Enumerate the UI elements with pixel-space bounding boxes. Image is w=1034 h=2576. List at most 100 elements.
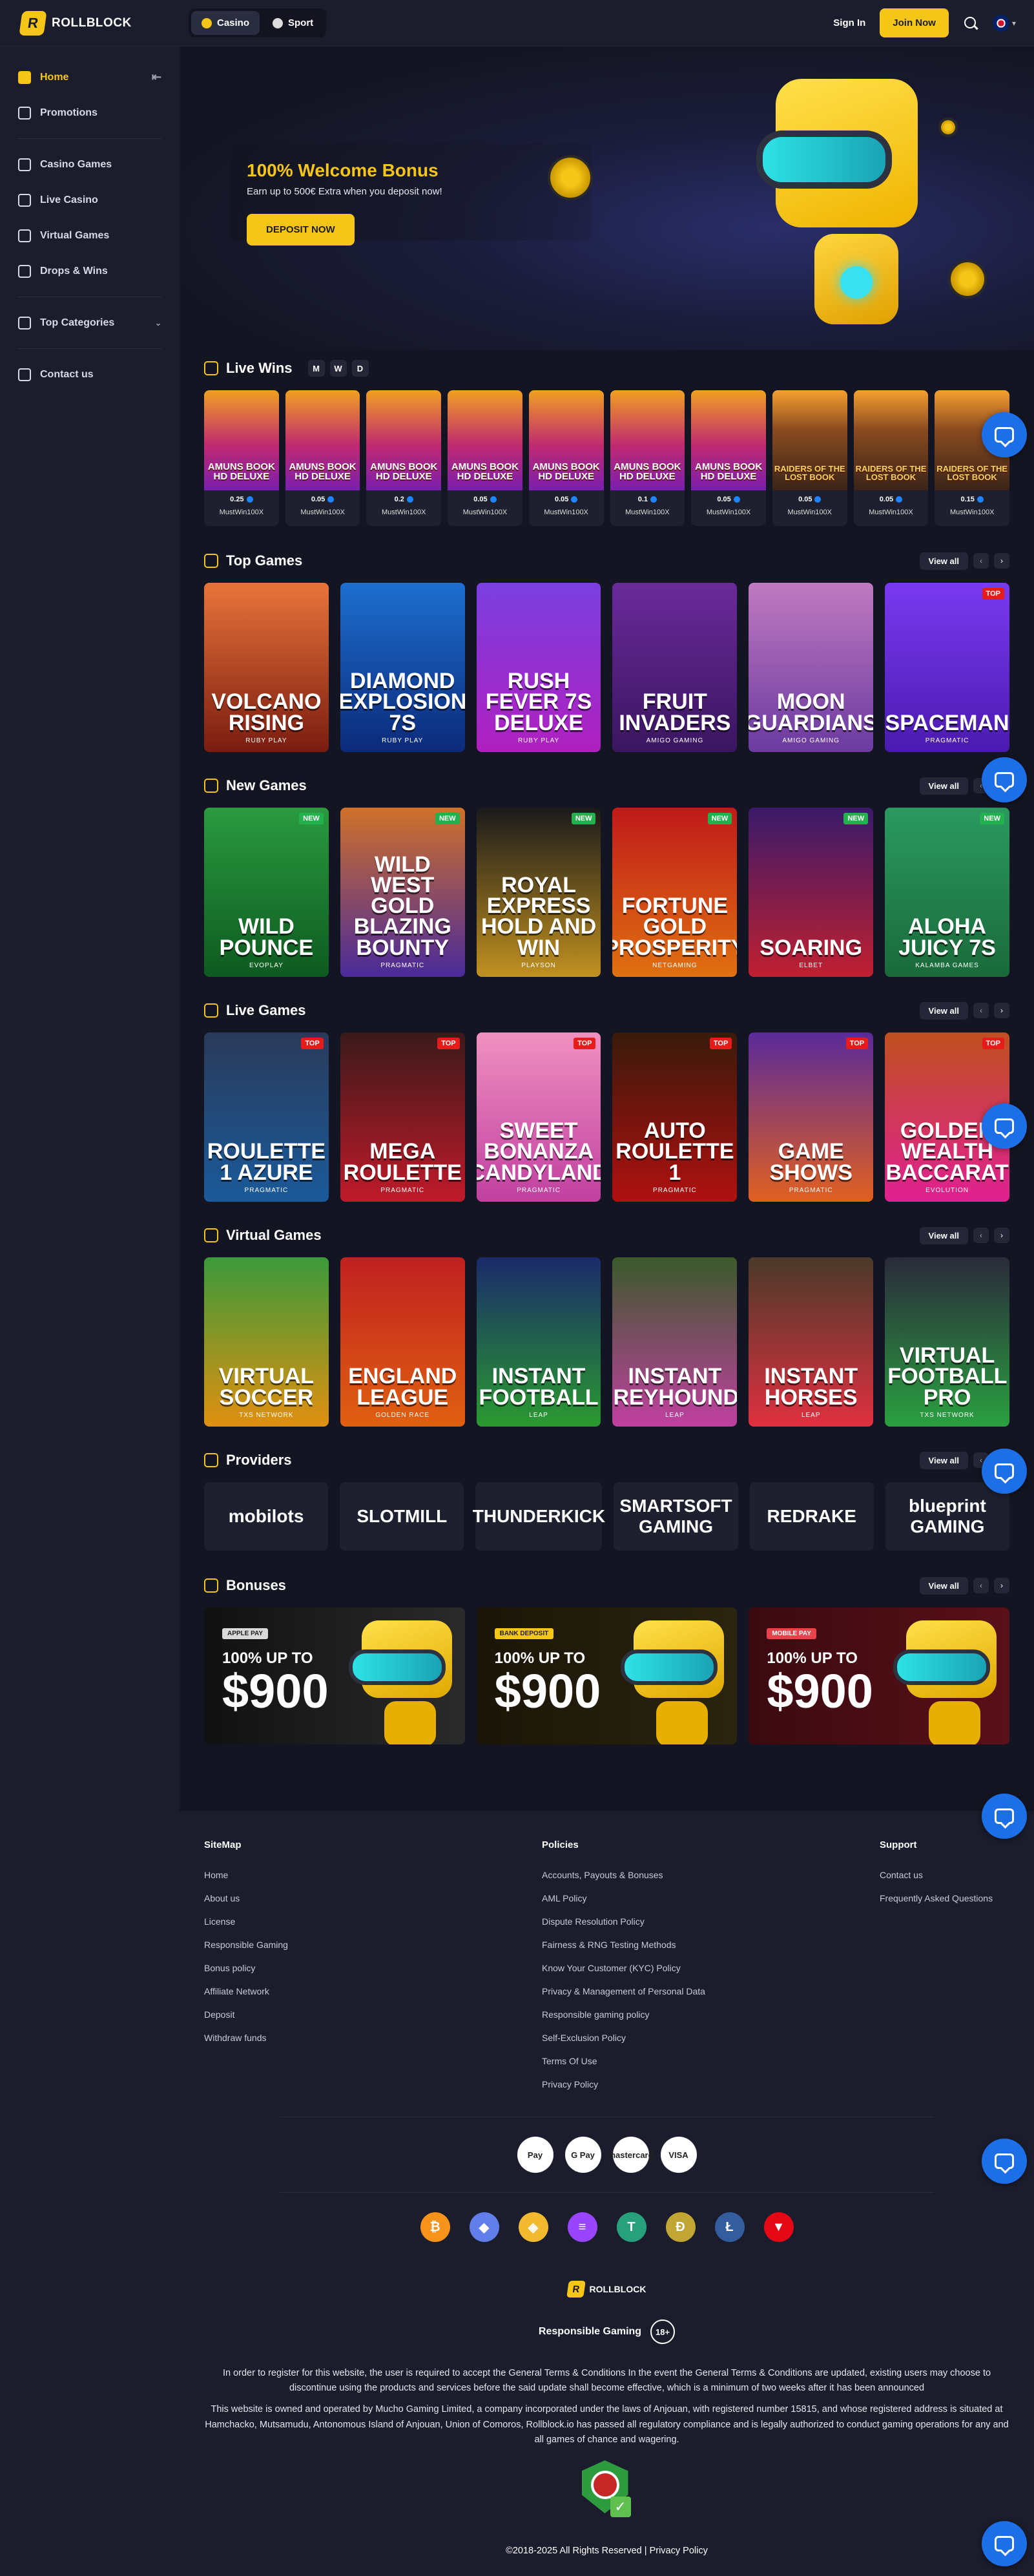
- game-tile[interactable]: Moon Guardians AMIGO GAMING: [749, 583, 874, 752]
- footer-link[interactable]: Frequently Asked Questions: [880, 1893, 993, 1903]
- provider-logo[interactable]: SMARTSOFT GAMING: [614, 1482, 738, 1551]
- provider-logo[interactable]: mobilots: [204, 1482, 329, 1551]
- footer-link[interactable]: About us: [204, 1893, 542, 1903]
- live-win-card[interactable]: RAIDERS OF THE LOST BOOK 0.15 MustWin100X: [935, 390, 1010, 526]
- live-chat-button[interactable]: [982, 1104, 1027, 1149]
- arrow-right-icon[interactable]: ›: [994, 1003, 1009, 1018]
- game-tile[interactable]: TOP Spaceman PRAGMATIC: [885, 583, 1009, 752]
- live-win-card[interactable]: AMUNS BOOK HD DELUXE 0.05 MustWin100X: [691, 390, 766, 526]
- game-tile[interactable]: TOP Mega Roulette PRAGMATIC: [340, 1032, 465, 1202]
- arrow-left-icon[interactable]: ‹: [973, 553, 989, 569]
- game-tile[interactable]: NEW Aloha Juicy 7s KALAMBA GAMES: [885, 808, 1009, 977]
- join-now-button[interactable]: Join Now: [880, 8, 949, 37]
- view-all-button[interactable]: View all: [919, 777, 968, 795]
- footer-link[interactable]: Know Your Customer (KYC) Policy: [542, 1963, 880, 1973]
- sidebar-item-virtual-games[interactable]: Virtual Games: [0, 218, 180, 253]
- footer-link[interactable]: Home: [204, 1870, 542, 1880]
- tab-sport[interactable]: Sport: [262, 11, 324, 35]
- privacy-policy-link[interactable]: Privacy Policy: [650, 2546, 708, 2556]
- game-tile[interactable]: England League GOLDEN RACE: [340, 1257, 465, 1427]
- language-selector[interactable]: ▾: [992, 14, 1016, 32]
- deposit-now-button[interactable]: DEPOSIT NOW: [247, 214, 355, 246]
- brand-logo[interactable]: R ROLLBLOCK: [19, 10, 169, 36]
- provider-logo[interactable]: REDRAKE: [749, 1482, 874, 1551]
- arrow-right-icon[interactable]: ›: [994, 1228, 1009, 1243]
- sidebar-item-live-casino[interactable]: Live Casino: [0, 182, 180, 218]
- game-tile[interactable]: NEW Wild West Gold Blazing Bounty PRAGMATI…: [340, 808, 465, 977]
- game-tile[interactable]: Instant Greyhounds LEAP: [612, 1257, 738, 1427]
- game-tile[interactable]: Virtual Soccer TXS NETWORK: [204, 1257, 329, 1427]
- live-win-card[interactable]: AMUNS BOOK HD DELUXE 0.05 MustWin100X: [448, 390, 522, 526]
- game-tile[interactable]: Instant Horses LEAP: [749, 1257, 874, 1427]
- live-chat-button[interactable]: [982, 757, 1027, 802]
- footer-link[interactable]: Responsible gaming policy: [542, 2009, 880, 2020]
- view-all-button[interactable]: View all: [919, 1001, 968, 1020]
- live-chat-button[interactable]: [982, 2521, 1027, 2566]
- tab-casino[interactable]: Casino: [191, 11, 260, 35]
- live-chat-button[interactable]: [982, 1449, 1027, 1494]
- footer-link[interactable]: Terms Of Use: [542, 2056, 880, 2066]
- live-win-card[interactable]: AMUNS BOOK HD DELUXE 0.2 MustWin100X: [366, 390, 442, 526]
- bonus-card[interactable]: BANK DEPOSIT 100% UP TO $900: [476, 1607, 738, 1744]
- provider-logo[interactable]: SLOTMILL: [340, 1482, 464, 1551]
- view-all-button[interactable]: View all: [919, 1226, 968, 1244]
- period-week[interactable]: W: [329, 360, 347, 377]
- footer-link[interactable]: Withdraw funds: [204, 2033, 542, 2043]
- footer-link[interactable]: Affiliate Network: [204, 1986, 542, 1996]
- view-all-button[interactable]: View all: [919, 552, 968, 570]
- provider-logo[interactable]: blueprint GAMING: [885, 1482, 1010, 1551]
- sidebar-item-casino-games[interactable]: Casino Games: [0, 147, 180, 182]
- live-win-card[interactable]: AMUNS BOOK HD DELUXE 0.25 MustWin100X: [204, 390, 279, 526]
- collapse-sidebar-icon[interactable]: ⇤: [152, 70, 161, 84]
- provider-logo[interactable]: THUNDERKICK: [473, 1482, 605, 1551]
- arrow-left-icon[interactable]: ‹: [973, 1228, 989, 1243]
- footer-link[interactable]: Bonus policy: [204, 1963, 542, 1973]
- live-win-card[interactable]: AMUNS BOOK HD DELUXE 0.05 MustWin100X: [528, 390, 604, 526]
- footer-link[interactable]: AML Policy: [542, 1893, 880, 1903]
- footer-link[interactable]: Deposit: [204, 2009, 542, 2020]
- sign-in-button[interactable]: Sign In: [833, 17, 865, 28]
- footer-link[interactable]: License: [204, 1916, 542, 1927]
- live-chat-button[interactable]: [982, 412, 1027, 457]
- footer-link[interactable]: Privacy & Management of Personal Data: [542, 1986, 880, 1996]
- game-tile[interactable]: Instant Football LEAP: [476, 1257, 601, 1427]
- sidebar-item-home[interactable]: Home ⇤: [0, 59, 180, 95]
- arrow-right-icon[interactable]: ›: [994, 1578, 1009, 1593]
- view-all-button[interactable]: View all: [919, 1576, 968, 1595]
- game-tile[interactable]: Fruit Invaders AMIGO GAMING: [612, 583, 738, 752]
- game-tile[interactable]: NEW Wild Pounce EVOPLAY: [204, 808, 329, 977]
- footer-link[interactable]: Fairness & RNG Testing Methods: [542, 1940, 880, 1950]
- sidebar-item-top-categories[interactable]: Top Categories ⌄: [0, 305, 180, 340]
- footer-link[interactable]: Accounts, Payouts & Bonuses: [542, 1870, 880, 1880]
- period-month[interactable]: M: [307, 360, 325, 377]
- license-seal-icon[interactable]: ✓: [579, 2460, 635, 2522]
- game-tile[interactable]: NEW Fortune Gold Prosperity NETGAMING: [612, 808, 738, 977]
- bonus-card[interactable]: MOBILE PAY 100% UP TO $900: [749, 1607, 1010, 1744]
- live-chat-button[interactable]: [982, 1794, 1027, 1839]
- game-tile[interactable]: TOP Roulette 1 Azure PRAGMATIC: [204, 1032, 329, 1202]
- sidebar-item-drops-wins[interactable]: Drops & Wins: [0, 253, 180, 289]
- game-tile[interactable]: TOP Game Shows PRAGMATIC: [749, 1032, 874, 1202]
- live-win-card[interactable]: AMUNS BOOK HD DELUXE 0.05 MustWin100X: [285, 390, 360, 526]
- game-tile[interactable]: Rush Fever 7s Deluxe RUBY PLAY: [476, 583, 601, 752]
- footer-link[interactable]: Self-Exclusion Policy: [542, 2033, 880, 2043]
- game-tile[interactable]: NEW Royal Express Hold and Win PLAYSON: [476, 808, 601, 977]
- game-tile[interactable]: TOP Sweet Bonanza Candyland PRAGMATIC: [476, 1032, 601, 1202]
- game-tile[interactable]: Virtual Football Pro TXS NETWORK: [885, 1257, 1009, 1427]
- footer-link[interactable]: Dispute Resolution Policy: [542, 1916, 880, 1927]
- period-day[interactable]: D: [351, 360, 369, 377]
- arrow-left-icon[interactable]: ‹: [973, 1578, 989, 1593]
- live-win-card[interactable]: RAIDERS OF THE LOST BOOK 0.05 MustWin100X: [772, 390, 847, 526]
- arrow-left-icon[interactable]: ‹: [973, 1003, 989, 1018]
- footer-link[interactable]: Responsible Gaming: [204, 1940, 542, 1950]
- arrow-right-icon[interactable]: ›: [994, 553, 1009, 569]
- live-win-card[interactable]: AMUNS BOOK HD DELUXE 0.1 MustWin100X: [610, 390, 685, 526]
- live-chat-button[interactable]: [982, 2139, 1027, 2184]
- bonus-card[interactable]: APPLE PAY 100% UP TO $900: [204, 1607, 465, 1744]
- live-win-card[interactable]: RAIDERS OF THE LOST BOOK 0.05 MustWin100X: [853, 390, 929, 526]
- sidebar-item-contact[interactable]: Contact us: [0, 357, 180, 392]
- footer-link[interactable]: Privacy Policy: [542, 2079, 880, 2089]
- search-icon[interactable]: [963, 16, 978, 31]
- sidebar-item-promotions[interactable]: Promotions: [0, 95, 180, 131]
- footer-link[interactable]: Contact us: [880, 1870, 993, 1880]
